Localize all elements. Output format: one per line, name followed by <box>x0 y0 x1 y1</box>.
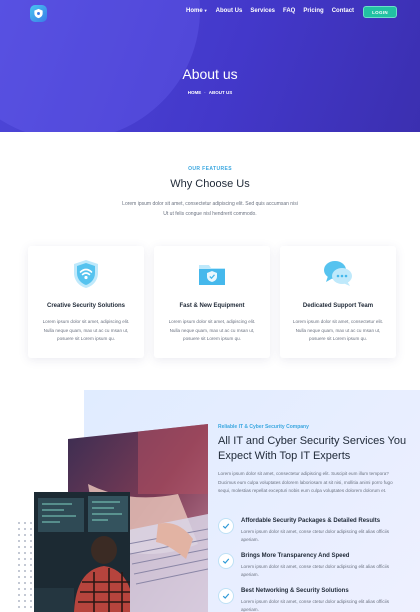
feature-card[interactable]: Fast & New Equipment Lorem ipsum dolor s… <box>154 246 270 358</box>
about-feature-text: Lorem ipsum dolor sit amet, conse ctetur… <box>241 599 390 612</box>
nav-contact[interactable]: Contact <box>332 8 354 14</box>
nav-faq[interactable]: FAQ <box>283 8 295 14</box>
feature-card[interactable]: Dedicated Support Team Lorem ipsum dolor… <box>280 246 396 358</box>
breadcrumb-home[interactable]: HOME <box>188 90 202 95</box>
feature-card-text: Lorem ipsum dolor sit amet, adipiscing e… <box>42 319 130 341</box>
page-title: About us <box>182 66 238 82</box>
about-feature-item: Affordable Security Packages & Detailed … <box>218 518 408 548</box>
about-feature-item: Brings More Transparency And Speed Lorem… <box>218 553 408 583</box>
logo-shield-icon[interactable] <box>30 5 47 22</box>
login-button[interactable]: LOGIN <box>363 6 397 18</box>
breadcrumb: HOME · ABOUT US <box>0 90 420 95</box>
about-feature-text: Lorem ipsum dolor sit amet, conse ctetur… <box>241 529 390 542</box>
features-eyebrow: OUR FEATURES <box>188 166 232 172</box>
developer-monitors-image <box>34 492 130 612</box>
about-feature-text: Lorem ipsum dolor sit amet, conse ctetur… <box>241 564 390 577</box>
chat-bubbles-icon <box>322 258 354 290</box>
about-title: All IT and Cyber Security Services You E… <box>218 435 407 462</box>
about-feature-title: Best Networking & Security Solutions <box>241 588 349 594</box>
feature-card-text: Lorem ipsum dolor sit amet, adipiscing e… <box>168 319 256 341</box>
about-text: Lorem ipsum dolor sit amet, consectetur … <box>218 471 393 494</box>
features-subtitle: Lorem ipsum dolor sit amet, consectetur … <box>122 201 298 217</box>
secure-folder-icon <box>196 258 228 290</box>
feature-card[interactable]: Creative Security Solutions Lorem ipsum … <box>28 246 144 358</box>
features-title: Why Choose Us <box>170 178 250 190</box>
nav-pricing[interactable]: Pricing <box>303 8 323 14</box>
about-feature-item: Best Networking & Security Solutions Lor… <box>218 588 408 612</box>
about-eyebrow: Reliable IT & Cyber Security Company <box>218 424 309 430</box>
check-circle-icon <box>218 518 234 534</box>
shield-wifi-icon <box>70 258 102 290</box>
nav-services[interactable]: Services <box>250 8 275 14</box>
feature-card-title: Creative Security Solutions <box>46 303 126 309</box>
feature-card-title: Dedicated Support Team <box>302 303 374 309</box>
breadcrumb-separator: · <box>204 90 206 95</box>
nav-about-us[interactable]: About Us <box>216 8 243 14</box>
about-feature-title: Brings More Transparency And Speed <box>241 553 350 559</box>
main-nav: Home▼ About Us Services FAQ Pricing Cont… <box>186 8 362 14</box>
check-circle-icon <box>218 588 234 604</box>
breadcrumb-current: ABOUT US <box>208 90 233 95</box>
hero-header: Home▼ About Us Services FAQ Pricing Cont… <box>0 0 420 132</box>
nav-home[interactable]: Home▼ <box>186 8 208 14</box>
check-circle-icon <box>218 553 234 569</box>
feature-card-text: Lorem ipsum dolor sit amet, consectetur … <box>292 319 384 341</box>
feature-card-title: Fast & New Equipment <box>179 303 245 309</box>
chevron-down-icon: ▼ <box>203 8 208 13</box>
about-feature-title: Affordable Security Packages & Detailed … <box>241 518 381 524</box>
